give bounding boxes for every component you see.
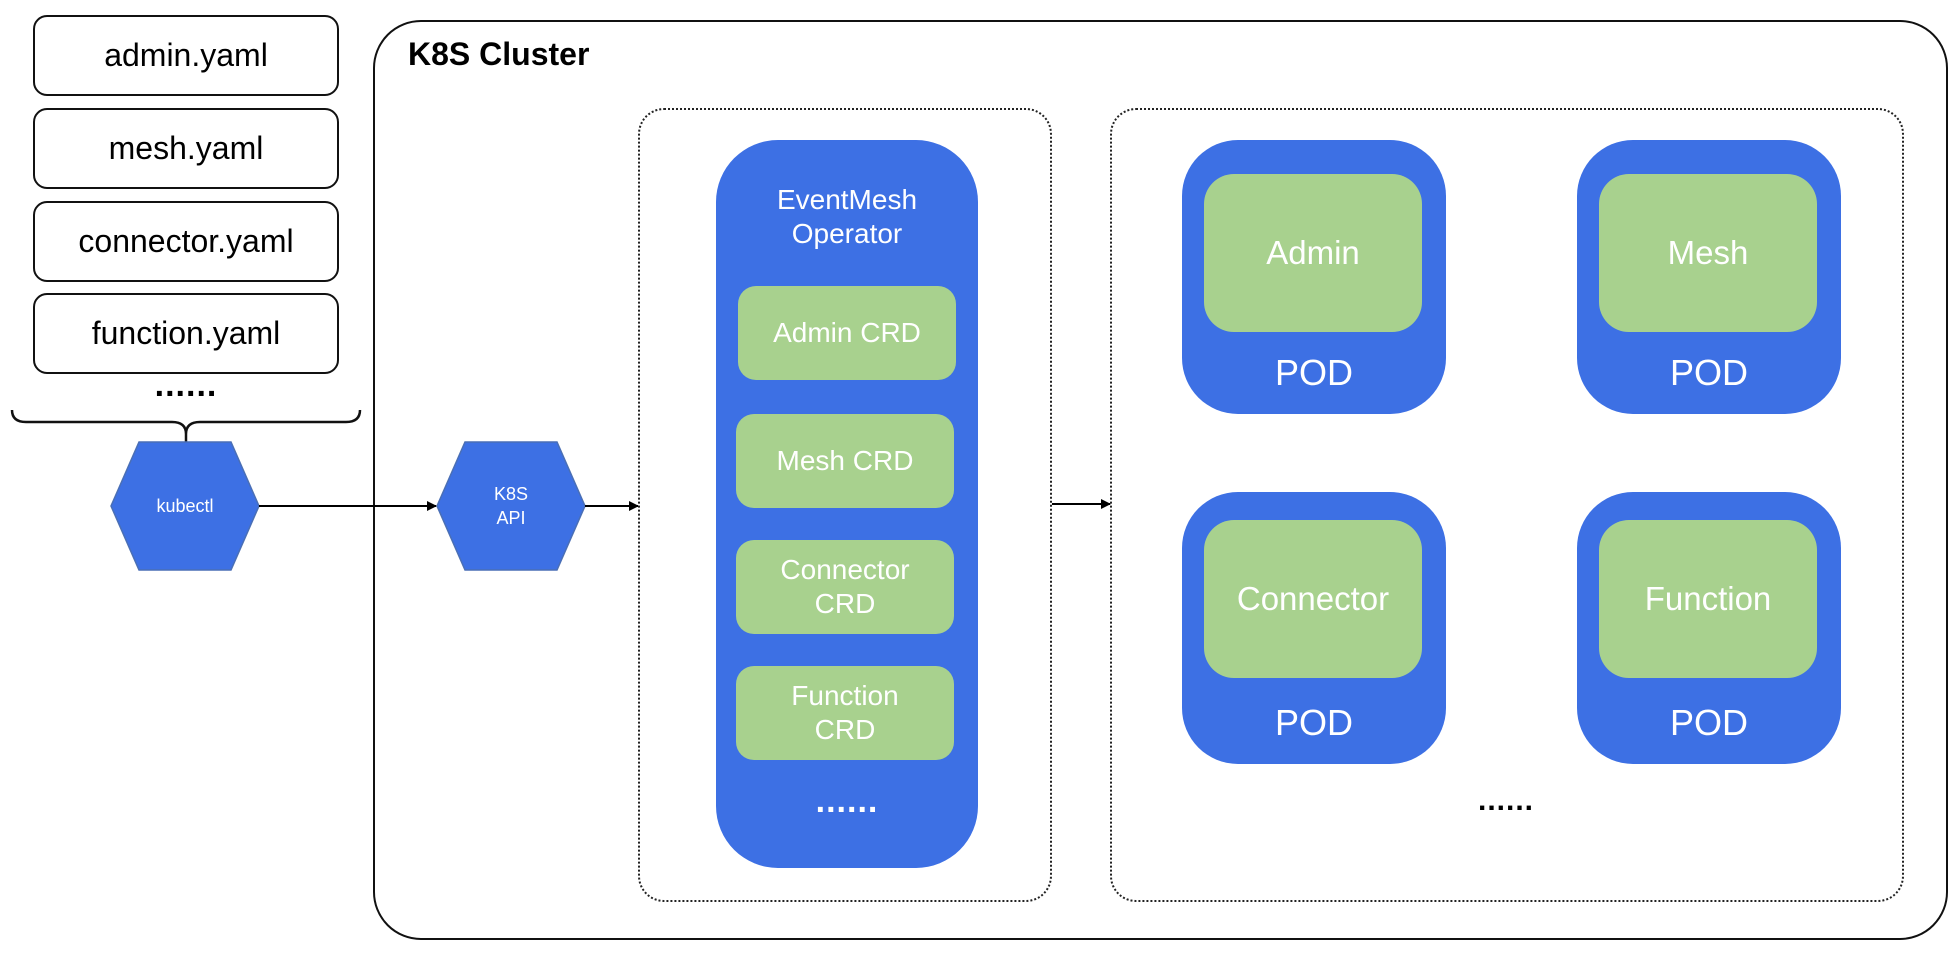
pod-function[interactable]: Function POD bbox=[1577, 492, 1841, 764]
container-function: Function bbox=[1599, 520, 1817, 678]
operator-title: EventMesh Operator bbox=[776, 184, 918, 249]
pod-label: POD bbox=[1274, 702, 1353, 743]
pod-connector[interactable]: Connector POD bbox=[1182, 492, 1446, 764]
k8s-api-label: K8S API bbox=[493, 484, 529, 528]
pod-label: POD bbox=[1274, 352, 1353, 393]
pod-mesh[interactable]: Mesh POD bbox=[1577, 140, 1841, 414]
yaml-file-mesh[interactable]: mesh.yaml bbox=[33, 108, 339, 189]
pod-label: POD bbox=[1669, 702, 1748, 743]
container-mesh: Mesh bbox=[1599, 174, 1817, 332]
crd-function[interactable]: Function CRD bbox=[736, 666, 954, 760]
crd-more-ellipsis: ...... bbox=[815, 782, 879, 820]
yaml-file-admin[interactable]: admin.yaml bbox=[33, 15, 339, 96]
yaml-file-connector[interactable]: connector.yaml bbox=[33, 201, 339, 282]
pod-label: POD bbox=[1669, 352, 1748, 393]
crd-connector[interactable]: Connector CRD bbox=[736, 540, 954, 634]
kubectl-label: kubectl bbox=[156, 496, 214, 516]
yaml-file-function[interactable]: function.yaml bbox=[33, 293, 339, 374]
pod-admin[interactable]: Admin POD bbox=[1182, 140, 1446, 414]
container-admin: Admin bbox=[1204, 174, 1422, 332]
crd-mesh[interactable]: Mesh CRD bbox=[736, 414, 954, 508]
pods-more-ellipsis: ...... bbox=[1477, 784, 1534, 817]
yaml-file-label: admin.yaml bbox=[104, 37, 268, 73]
yaml-file-label: connector.yaml bbox=[78, 223, 294, 259]
yaml-file-label: mesh.yaml bbox=[108, 130, 264, 166]
crd-admin[interactable]: Admin CRD bbox=[738, 286, 956, 380]
container-connector: Connector bbox=[1204, 520, 1422, 678]
brace bbox=[10, 409, 362, 435]
yaml-file-label: function.yaml bbox=[91, 315, 281, 351]
yaml-more-ellipsis: ...... bbox=[154, 366, 218, 404]
